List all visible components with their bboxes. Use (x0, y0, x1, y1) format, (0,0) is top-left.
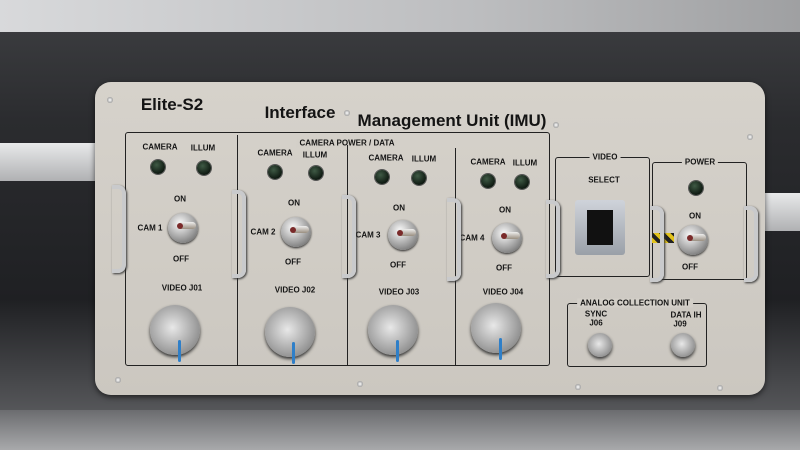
power-label: POWER (681, 157, 719, 167)
cable (178, 340, 181, 362)
cable (292, 342, 295, 364)
handle[interactable] (112, 185, 126, 273)
handle[interactable] (447, 198, 461, 281)
illum-led-label: ILLUM (302, 150, 328, 160)
screw (575, 384, 581, 390)
cam2-camera-led (268, 165, 282, 179)
video-j03-label: VIDEO J03 (378, 287, 420, 297)
wall-top (0, 0, 800, 32)
data-j09-connector[interactable] (671, 333, 695, 357)
off-label: OFF (390, 260, 406, 270)
screw (107, 97, 113, 103)
camera-led-label: CAMERA (257, 148, 293, 158)
cam3-camera-led (375, 170, 389, 184)
off-label: OFF (496, 263, 512, 273)
cam4-switch-label: CAM 4 (459, 233, 485, 243)
left-bracket (0, 143, 95, 181)
illum-led-label: ILLUM (512, 158, 538, 168)
video-select-switch[interactable] (575, 200, 625, 255)
video-j04-label: VIDEO J04 (482, 287, 524, 297)
video-j02-connector[interactable] (265, 307, 315, 357)
sync-label: SYNC (584, 309, 608, 319)
cam3-illum-led (412, 171, 426, 185)
on-label: ON (288, 198, 300, 208)
cam3-toggle-switch[interactable] (388, 220, 418, 250)
off-label: OFF (173, 254, 189, 264)
on-label: ON (689, 211, 701, 221)
cam2-switch-label: CAM 2 (250, 227, 276, 237)
screw (344, 110, 350, 116)
screw (717, 385, 723, 391)
camera-led-label: CAMERA (368, 153, 404, 163)
screw (357, 381, 363, 387)
off-label: OFF (285, 257, 301, 267)
illum-led-label: ILLUM (190, 143, 216, 153)
camera-led-label: CAMERA (142, 142, 178, 152)
handle[interactable] (744, 206, 758, 282)
screw (115, 377, 121, 383)
video-j02-label: VIDEO J02 (274, 285, 316, 295)
on-label: ON (174, 194, 186, 204)
power-box (652, 162, 747, 280)
cam4-illum-led (515, 175, 529, 189)
handle[interactable] (546, 200, 560, 278)
panel-title-2: Management Unit (IMU) (357, 111, 547, 130)
lower-rail (0, 410, 800, 450)
on-label: ON (499, 205, 511, 215)
cam1-switch-label: CAM 1 (137, 223, 163, 233)
data-label: DATA IH (670, 310, 702, 320)
cam4-camera-led (481, 174, 495, 188)
cam1-camera-led (151, 160, 165, 174)
panel-model: Elite-S2 (140, 95, 204, 114)
cam2-illum-led (309, 166, 323, 180)
data-port-label: J09 (673, 319, 687, 329)
handle[interactable] (232, 190, 246, 278)
cable (396, 340, 399, 362)
cable (499, 338, 502, 360)
analog-label: ANALOG COLLECTION UNIT (577, 298, 693, 308)
cam4-toggle-switch[interactable] (492, 223, 522, 253)
video-j04-connector[interactable] (471, 303, 521, 353)
off-label: OFF (682, 262, 698, 272)
video-label: VIDEO (589, 152, 621, 162)
handle[interactable] (650, 206, 664, 282)
handle[interactable] (342, 195, 356, 278)
illum-led-label: ILLUM (411, 154, 437, 164)
camera-led-label: CAMERA (470, 157, 506, 167)
select-label: SELECT (588, 175, 620, 185)
sync-port-label: J06 (589, 318, 603, 328)
cam3-switch-label: CAM 3 (355, 230, 381, 240)
video-j03-connector[interactable] (368, 305, 418, 355)
power-toggle-switch[interactable] (678, 225, 708, 255)
screw (747, 134, 753, 140)
screw (553, 122, 559, 128)
power-led (689, 181, 703, 195)
on-label: ON (393, 203, 405, 213)
cam2-toggle-switch[interactable] (281, 217, 311, 247)
panel-title: Interface (264, 103, 336, 122)
cam1-toggle-switch[interactable] (168, 213, 198, 243)
cam1-illum-led (197, 161, 211, 175)
sync-j06-connector[interactable] (588, 333, 612, 357)
video-j01-label: VIDEO J01 (161, 283, 203, 293)
video-j01-connector[interactable] (150, 305, 200, 355)
